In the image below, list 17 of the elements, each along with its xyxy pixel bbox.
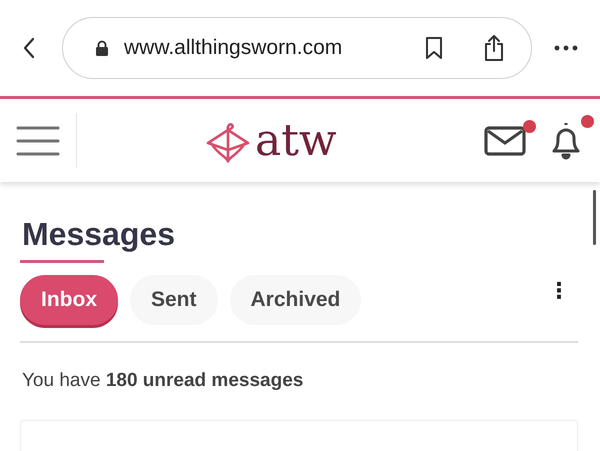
unread-summary: You have 180 unread messages <box>22 370 304 392</box>
more-icon[interactable] <box>554 45 578 51</box>
back-icon[interactable] <box>22 36 36 60</box>
scrollbar <box>593 190 596 245</box>
tab[interactable]: Archived <box>230 275 362 325</box>
tab[interactable]: Sent <box>130 275 218 325</box>
share-icon[interactable] <box>483 34 505 62</box>
logo-text[interactable]: atw <box>255 118 337 162</box>
lock-icon <box>95 40 109 56</box>
tab[interactable]: Inbox <box>20 275 118 325</box>
mail-icon[interactable] <box>484 126 526 156</box>
bookmark-icon[interactable] <box>425 36 443 60</box>
page-title: Messages <box>22 216 175 261</box>
url-text: www.allthingsworn.com <box>124 36 344 60</box>
address-bar[interactable]: www.allthingsworn.com <box>62 17 532 79</box>
menu-icon[interactable] <box>16 124 60 156</box>
more-button[interactable]: ⋮ <box>540 279 578 304</box>
